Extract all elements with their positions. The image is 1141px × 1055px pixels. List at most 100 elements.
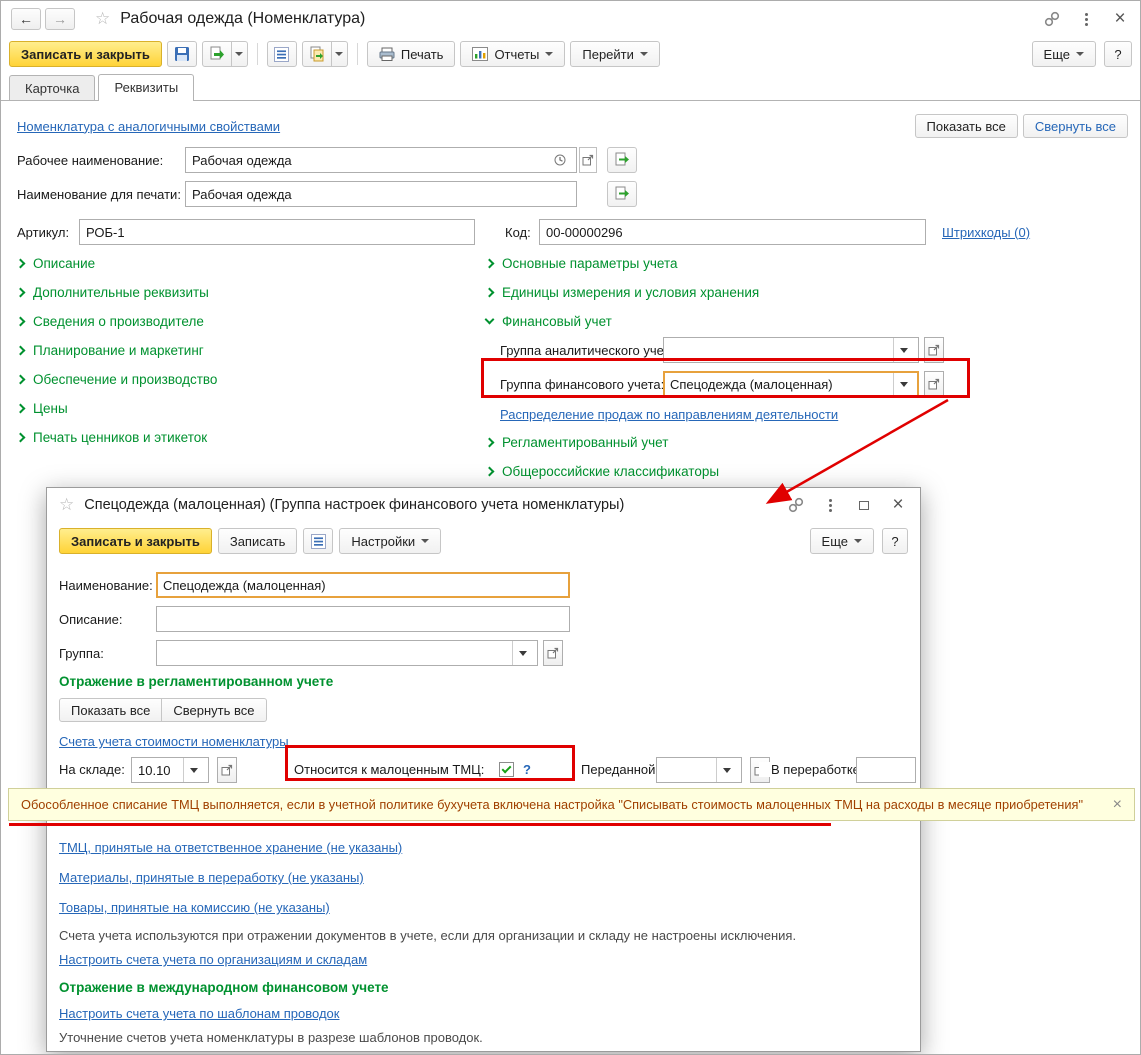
code-field[interactable]: 00-00000296	[539, 219, 926, 245]
notification-bar: Обособленное списание ТМЦ выполняется, е…	[8, 788, 1135, 821]
similar-properties-link[interactable]: Номенклатура с аналогичными свойствами	[17, 119, 280, 134]
section-klassifikatory[interactable]: Общероссийские классификаторы	[484, 461, 1140, 481]
analytic-group-dropdown[interactable]	[893, 338, 912, 362]
modal-list-button[interactable]	[303, 528, 334, 554]
working-name-translate-button[interactable]	[607, 147, 637, 173]
copy-link-icon[interactable]	[1042, 9, 1062, 29]
section-reglamentirovannyj[interactable]: Регламентированный учет	[484, 432, 1140, 452]
modal-title: Спецодежда (малоценная) (Группа настроек…	[84, 497, 625, 513]
copy-menu-button[interactable]	[331, 41, 348, 67]
section-obespechenie[interactable]: Обеспечение и производство	[15, 369, 217, 389]
modal-show-all-button[interactable]: Показать все	[59, 698, 163, 722]
print-button[interactable]: Печать	[366, 41, 456, 67]
window-menu-icon[interactable]	[1076, 9, 1096, 29]
back-button[interactable]: ←	[11, 8, 41, 30]
caret-down-icon	[519, 651, 527, 660]
working-name-open-button[interactable]	[579, 147, 597, 173]
close-icon[interactable]: ×	[888, 494, 908, 515]
favorite-star-icon[interactable]: ☆	[95, 9, 110, 29]
modal-collapse-all-button[interactable]: Свернуть все	[162, 698, 267, 722]
analytic-group-open-button[interactable]	[924, 337, 944, 363]
document-list-button[interactable]	[266, 41, 297, 67]
modal-more-button[interactable]: Еще	[809, 528, 874, 554]
analytic-group-field[interactable]	[663, 337, 919, 363]
fin-group-open-button[interactable]	[924, 371, 944, 397]
chevron-right-icon	[15, 345, 26, 355]
back-arrow-icon: ←	[19, 11, 33, 27]
notification-close-icon[interactable]: ×	[1103, 796, 1122, 814]
modal-settings-button[interactable]: Настройки	[339, 528, 442, 554]
print-name-field[interactable]: Рабочая одежда	[185, 181, 577, 207]
group-dropdown[interactable]	[512, 641, 531, 665]
section-dop-rekvizity[interactable]: Дополнительные реквизиты	[15, 282, 217, 302]
materials-processing-link[interactable]: Материалы, принятые в переработку (не ук…	[59, 870, 364, 885]
settings-button-label: Настройки	[351, 533, 416, 549]
section-tseny[interactable]: Цены	[15, 398, 217, 418]
safekeeping-link[interactable]: ТМЦ, принятые на ответственное хранение …	[59, 840, 402, 855]
modal-save-and-close-button[interactable]: Записать и закрыть	[59, 528, 212, 554]
caret-down-icon	[421, 539, 430, 547]
chevron-right-icon	[15, 403, 26, 413]
save-and-close-button[interactable]: Записать и закрыть	[9, 41, 162, 67]
modal-help-button[interactable]: ?	[882, 528, 908, 554]
favorite-star-icon[interactable]: ☆	[59, 495, 74, 515]
help-button[interactable]: ?	[1104, 41, 1132, 67]
warehouse-field[interactable]: 10.10	[131, 757, 209, 783]
goto-button[interactable]: Перейти	[570, 41, 660, 67]
name-field[interactable]: Спецодежда (малоценная)	[156, 572, 570, 598]
barcodes-link[interactable]: Штрихкоды (0)	[942, 225, 1030, 240]
reports-button[interactable]: Отчеты	[460, 41, 566, 67]
section-planirovanie[interactable]: Планирование и маркетинг	[15, 340, 217, 360]
warehouse-open-button[interactable]	[217, 757, 237, 783]
tab-rekvizity[interactable]: Реквизиты	[98, 74, 195, 101]
maximize-box-icon	[859, 500, 869, 510]
setup-accounts-link[interactable]: Настроить счета учета по организациям и …	[59, 952, 367, 967]
section-pechat-tsennikov[interactable]: Печать ценников и этикеток	[15, 427, 217, 447]
transferred-field[interactable]	[656, 757, 742, 783]
caret-down-icon	[639, 52, 648, 60]
processing-field[interactable]	[856, 757, 916, 783]
section-osnovnye-parametry[interactable]: Основные параметры учета	[484, 253, 1140, 273]
section-proizvoditel[interactable]: Сведения о производителе	[15, 311, 217, 331]
working-name-history-button[interactable]	[548, 148, 570, 172]
modal-save-button[interactable]: Записать	[217, 528, 298, 554]
collapse-all-button[interactable]: Свернуть все	[1022, 114, 1128, 138]
lowvalue-checkbox[interactable]	[499, 762, 514, 777]
transferred-dropdown[interactable]	[716, 758, 735, 782]
cost-accounts-link[interactable]: Счета учета стоимости номенклатуры	[59, 734, 289, 749]
name-value: Спецодежда (малоценная)	[163, 577, 326, 593]
commission-goods-link[interactable]: Товары, принятые на комиссию (не указаны…	[59, 900, 330, 915]
section-label: Общероссийские классификаторы	[502, 463, 720, 479]
chevron-right-icon	[15, 258, 26, 268]
section-opisanie[interactable]: Описание	[15, 253, 217, 273]
more-button[interactable]: Еще	[1031, 41, 1096, 67]
group-open-button[interactable]	[543, 640, 563, 666]
fin-group-field[interactable]: Спецодежда (малоценная)	[663, 371, 919, 397]
lowvalue-help-icon[interactable]: ?	[523, 762, 531, 777]
section-edinitsy[interactable]: Единицы измерения и условия хранения	[484, 282, 1140, 302]
article-field[interactable]: РОБ-1	[79, 219, 475, 245]
copy-link-icon[interactable]	[786, 495, 806, 515]
close-icon[interactable]: ×	[1110, 8, 1130, 29]
warehouse-dropdown[interactable]	[183, 758, 202, 782]
sales-distribution-link[interactable]: Распределение продаж по направлениям дея…	[500, 407, 1140, 422]
save-button[interactable]	[166, 41, 197, 67]
description-field[interactable]	[156, 606, 570, 632]
maximize-icon[interactable]	[854, 495, 874, 515]
working-name-field[interactable]: Рабочая одежда	[185, 147, 577, 173]
copy-element-button[interactable]	[301, 41, 332, 67]
section-finansovyj-uchet[interactable]: Финансовый учет	[484, 311, 1140, 331]
create-based-on-menu-button[interactable]	[231, 41, 248, 67]
print-name-translate-button[interactable]	[607, 181, 637, 207]
create-based-on-button[interactable]	[201, 41, 232, 67]
templates-accounts-link[interactable]: Настроить счета учета по шаблонам провод…	[59, 1006, 339, 1021]
group-field[interactable]	[156, 640, 538, 666]
section-label: Цены	[33, 400, 68, 416]
show-all-button[interactable]: Показать все	[914, 114, 1018, 138]
tab-kartochka[interactable]: Карточка	[9, 75, 96, 100]
tabstrip: Карточка Реквизиты	[1, 73, 1140, 101]
forward-button[interactable]: →	[45, 8, 75, 30]
left-sections: Описание Дополнительные реквизиты Сведен…	[15, 253, 217, 447]
window-menu-icon[interactable]	[820, 495, 840, 515]
fin-group-dropdown[interactable]	[893, 373, 912, 395]
